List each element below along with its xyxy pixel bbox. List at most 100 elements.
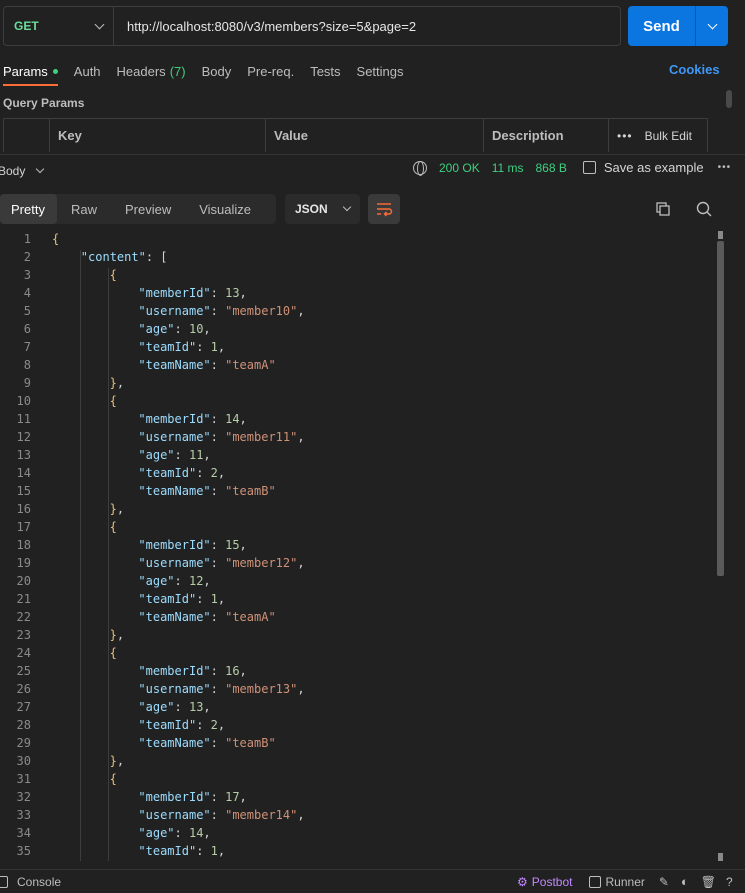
code-token: : bbox=[210, 610, 226, 624]
send-button-group: Send bbox=[628, 6, 728, 46]
code-token: "teamName" bbox=[138, 484, 211, 498]
code-text: "username": "member12", bbox=[138, 554, 304, 572]
scroll-up-arrow[interactable] bbox=[718, 231, 723, 239]
scroll-down-arrow[interactable] bbox=[718, 853, 723, 861]
format-label: JSON bbox=[295, 202, 328, 216]
cookies-link[interactable]: Cookies bbox=[669, 62, 720, 77]
copy-icon[interactable] bbox=[656, 202, 670, 216]
wrap-lines-button[interactable] bbox=[368, 194, 400, 224]
view-pretty[interactable]: Pretty bbox=[0, 194, 57, 224]
response-view-tabs: Pretty Raw Preview Visualize bbox=[0, 194, 276, 224]
line-number: 11 bbox=[16, 412, 31, 426]
tab-label: Pre-req. bbox=[247, 63, 295, 79]
editor-scrollbar[interactable] bbox=[717, 231, 724, 861]
search-icon[interactable] bbox=[696, 201, 712, 217]
code-token: , bbox=[239, 538, 247, 552]
postbot-button[interactable]: ⚙ Postbot bbox=[517, 875, 572, 889]
send-button[interactable]: Send bbox=[628, 6, 695, 46]
scroll-thumb[interactable] bbox=[717, 241, 724, 576]
response-time[interactable]: 11 ms bbox=[492, 161, 524, 175]
tab-label: Body bbox=[201, 63, 232, 79]
more-options-icon[interactable]: ••• bbox=[718, 162, 732, 173]
params-scrollbar[interactable] bbox=[726, 90, 732, 108]
response-size[interactable]: 868 B bbox=[536, 161, 567, 175]
code-token: : bbox=[210, 664, 226, 678]
tab-body[interactable]: Body bbox=[202, 56, 232, 86]
tab-settings[interactable]: Settings bbox=[357, 56, 404, 86]
line-number: 24 bbox=[16, 646, 31, 660]
code-token: "username" bbox=[138, 430, 211, 444]
code-token: , bbox=[203, 826, 211, 840]
code-text: "memberId": 16, bbox=[138, 662, 246, 680]
indent-guide bbox=[108, 268, 109, 861]
code-text: "username": "member10", bbox=[138, 302, 304, 320]
code-token: "memberId" bbox=[138, 790, 211, 804]
code-token: : bbox=[210, 682, 226, 696]
code-token: } bbox=[109, 754, 117, 768]
format-select[interactable]: JSON bbox=[285, 194, 360, 224]
code-token: , bbox=[116, 376, 125, 390]
method-label: GET bbox=[14, 19, 39, 33]
column-key: Key bbox=[50, 119, 266, 152]
save-as-example-button[interactable]: Save as example bbox=[582, 160, 704, 175]
trash-icon[interactable]: 🗑 bbox=[701, 875, 716, 889]
view-raw[interactable]: Raw bbox=[57, 194, 111, 224]
console-icon bbox=[0, 875, 8, 888]
view-visualize[interactable]: Visualize bbox=[185, 194, 265, 224]
code-text: "age": 13, bbox=[138, 698, 210, 716]
code-token: , bbox=[116, 628, 125, 642]
code-token: 17 bbox=[225, 790, 240, 804]
code-token: 13 bbox=[225, 286, 240, 300]
tab-tests[interactable]: Tests bbox=[310, 56, 340, 86]
console-button[interactable]: Console bbox=[0, 875, 61, 889]
bulk-edit-button[interactable]: ••• Bulk Edit bbox=[609, 119, 707, 152]
code-token: : bbox=[196, 340, 211, 354]
code-token: 13 bbox=[188, 700, 204, 714]
tab-params[interactable]: Params bbox=[3, 56, 58, 86]
capture-icon[interactable]: ✎ bbox=[659, 875, 669, 889]
code-token: , bbox=[203, 448, 211, 462]
code-token: , bbox=[297, 430, 305, 444]
column-description-label: Description bbox=[492, 128, 564, 143]
code-token: : bbox=[210, 538, 226, 552]
code-token: "teamB" bbox=[225, 736, 276, 750]
code-text: }, bbox=[110, 752, 124, 770]
save-icon bbox=[582, 161, 596, 174]
code-text: "age": 11, bbox=[138, 446, 210, 464]
code-token: "age" bbox=[138, 322, 175, 336]
tab-auth[interactable]: Auth bbox=[74, 56, 101, 86]
line-number: 10 bbox=[16, 394, 31, 408]
globe-icon[interactable] bbox=[413, 160, 427, 176]
status-code[interactable]: 200 OK bbox=[439, 161, 480, 175]
chevron-down-icon bbox=[707, 19, 717, 29]
code-text: { bbox=[110, 392, 117, 410]
send-options-button[interactable] bbox=[696, 6, 728, 46]
tab-headers[interactable]: Headers (7) bbox=[117, 56, 186, 86]
cookies-icon[interactable]: ◐ bbox=[681, 874, 689, 889]
code-text: "username": "member11", bbox=[138, 428, 304, 446]
bulk-edit-label: Bulk Edit bbox=[644, 128, 692, 143]
line-number: 15 bbox=[16, 484, 31, 498]
code-token: , bbox=[217, 592, 226, 606]
code-token: { bbox=[109, 268, 117, 282]
code-token: , bbox=[217, 844, 226, 858]
code-token: "username" bbox=[138, 808, 211, 822]
response-editor[interactable]: 1{2 "content": [3{4 "memberId": 13, 5 "usern… bbox=[0, 229, 714, 861]
method-select[interactable]: GET bbox=[4, 7, 114, 45]
code-text: "teamId": 1, bbox=[138, 338, 225, 356]
line-number: 13 bbox=[16, 448, 31, 462]
url-input[interactable]: http://localhost:8080/v3/members?size=5&… bbox=[114, 19, 416, 34]
line-number: 28 bbox=[16, 718, 31, 732]
line-number: 20 bbox=[16, 574, 31, 588]
code-token: { bbox=[109, 772, 117, 786]
code-token: 12 bbox=[188, 574, 204, 588]
response-body-select[interactable]: Body bbox=[0, 164, 45, 178]
tab-label: Headers bbox=[116, 63, 166, 79]
code-token: "member12" bbox=[225, 556, 298, 570]
runner-button[interactable]: Runner bbox=[588, 875, 645, 889]
view-preview[interactable]: Preview bbox=[111, 194, 185, 224]
code-token: [ bbox=[160, 250, 168, 264]
help-icon[interactable]: ? bbox=[726, 875, 733, 889]
code-token: 14 bbox=[225, 412, 240, 426]
tab-pre-request[interactable]: Pre-req. bbox=[247, 56, 294, 86]
